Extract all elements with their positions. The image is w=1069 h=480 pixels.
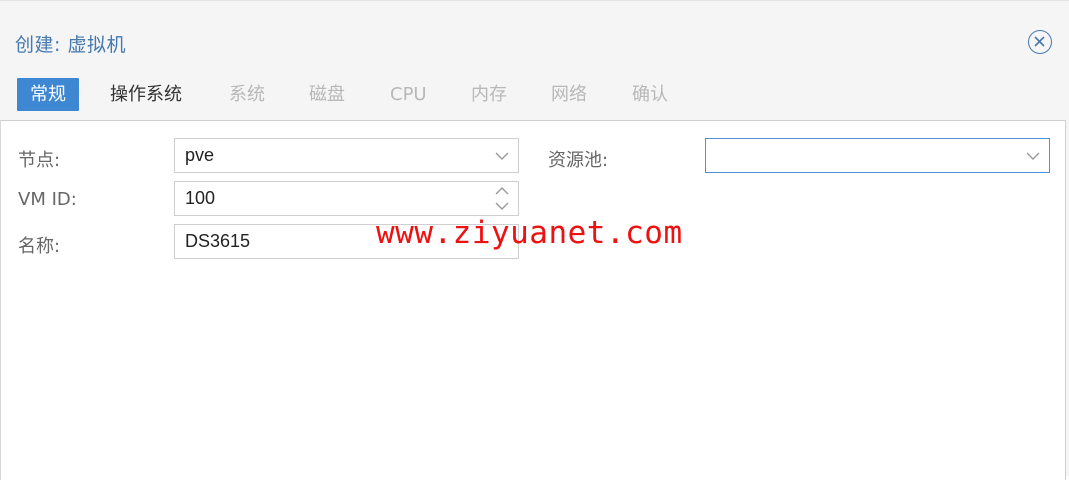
close-button[interactable] bbox=[1028, 30, 1052, 54]
vmid-spinner[interactable]: 100 bbox=[174, 181, 519, 216]
create-vm-dialog: 创建: 虚拟机 常规 操作系统 系统 磁盘 CPU 内存 网络 确认 节点: p… bbox=[0, 0, 1069, 480]
chevron-down-icon[interactable] bbox=[1025, 149, 1041, 163]
dialog-title-bar: 创建: 虚拟机 bbox=[0, 15, 1069, 65]
tab-general[interactable]: 常规 bbox=[17, 78, 79, 111]
tab-disk[interactable]: 磁盘 bbox=[296, 78, 358, 111]
wizard-tabs: 常规 操作系统 系统 磁盘 CPU 内存 网络 确认 bbox=[0, 75, 1069, 115]
close-circle-icon bbox=[1034, 36, 1045, 47]
tab-confirm[interactable]: 确认 bbox=[619, 78, 681, 111]
general-panel: 节点: pve VM ID: 100 名称: DS3615 资源池: bbox=[0, 120, 1066, 480]
tab-network[interactable]: 网络 bbox=[538, 78, 600, 111]
pool-select[interactable] bbox=[705, 138, 1050, 173]
name-value: DS3615 bbox=[185, 231, 251, 251]
tab-os[interactable]: 操作系统 bbox=[97, 78, 195, 111]
pool-label: 资源池: bbox=[548, 150, 609, 171]
tab-system[interactable]: 系统 bbox=[216, 78, 278, 111]
watermark-text: www.ziyuanet.com bbox=[376, 215, 683, 251]
dialog-title: 创建: 虚拟机 bbox=[15, 34, 126, 56]
node-select[interactable]: pve bbox=[174, 138, 519, 173]
node-label: 节点: bbox=[18, 150, 61, 171]
spinner-arrows-icon[interactable] bbox=[495, 185, 509, 212]
vmid-value: 100 bbox=[185, 188, 216, 208]
chevron-down-icon[interactable] bbox=[494, 149, 510, 163]
name-label: 名称: bbox=[18, 236, 61, 257]
vmid-label: VM ID: bbox=[18, 189, 77, 210]
tab-cpu[interactable]: CPU bbox=[377, 78, 440, 111]
tab-memory[interactable]: 内存 bbox=[458, 78, 520, 111]
node-value: pve bbox=[185, 145, 215, 165]
